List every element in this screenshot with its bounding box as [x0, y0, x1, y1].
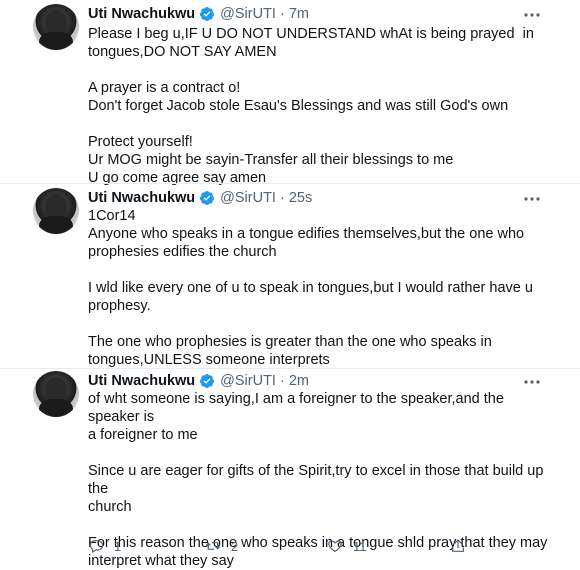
tweet-line: [88, 115, 558, 133]
timestamp[interactable]: 7m: [289, 6, 309, 22]
verified-badge-icon: [200, 191, 215, 205]
tweet-line: tongues,UNLESS someone interprets: [88, 352, 330, 368]
like-count: 11: [353, 538, 367, 554]
tweet-line: Ur MOG might be sayin-Transfer all their…: [88, 152, 454, 168]
timestamp[interactable]: 2m: [289, 373, 309, 389]
tweet-line: [88, 516, 558, 534]
like-icon: [328, 540, 342, 553]
tweet-header: Uti Nwachukwu @SirUTI · 2m: [88, 371, 309, 391]
like-button[interactable]: 11: [327, 538, 367, 554]
retweet-icon: [205, 542, 221, 550]
tweet-line: prophesies edifies the church: [88, 244, 277, 260]
more-icon[interactable]: [522, 375, 542, 389]
verified-badge-icon: [200, 7, 215, 21]
separator-dot: ·: [279, 373, 285, 389]
tweet-line: I wld like every one of u to speak in to…: [88, 280, 533, 296]
tweet-3[interactable]: Uti Nwachukwu @SirUTI · 2m of wht someon…: [0, 369, 580, 569]
tweet-text: Please I beg u,IF U DO NOT UNDERSTAND wh…: [88, 25, 558, 187]
tweet-header: Uti Nwachukwu @SirUTI · 7m: [88, 4, 309, 24]
separator-dot: ·: [279, 190, 285, 206]
timestamp[interactable]: 25s: [289, 190, 312, 206]
tweet-line: prophesy.: [88, 298, 151, 314]
tweet-line: A prayer is a contract o!: [88, 80, 241, 96]
author-name[interactable]: Uti Nwachukwu: [88, 373, 195, 389]
reply-count: 1: [114, 538, 122, 554]
author-handle[interactable]: @SirUTI: [220, 373, 276, 389]
more-icon[interactable]: [522, 8, 542, 22]
avatar[interactable]: [33, 4, 79, 50]
retweet-button[interactable]: 2: [205, 538, 238, 554]
tweet-line: Please I beg u,IF U DO NOT UNDERSTAND wh…: [88, 26, 534, 42]
tweet-line: 1Cor14: [88, 208, 136, 224]
share-button[interactable]: [450, 538, 466, 554]
reply-button[interactable]: 1: [88, 538, 121, 554]
verified-badge-icon: [200, 374, 215, 388]
tweet-line: Protect yourself!: [88, 134, 193, 150]
author-name[interactable]: Uti Nwachukwu: [88, 6, 195, 22]
tweet-line: Don't forget Jacob stole Esau's Blessing…: [88, 98, 509, 114]
tweet-1[interactable]: Uti Nwachukwu @SirUTI · 7m Please I beg …: [0, 0, 580, 186]
tweet-line: [88, 444, 558, 462]
tweet-line: tongues,DO NOT SAY AMEN: [88, 44, 277, 60]
author-handle[interactable]: @SirUTI: [220, 6, 276, 22]
share-icon: [452, 539, 464, 552]
tweet-action-bar: 1 2 11: [0, 536, 580, 556]
tweet-line: Anyone who speaks in a tongue edifies th…: [88, 226, 525, 242]
retweet-count: 2: [231, 538, 239, 554]
reply-icon: [89, 540, 104, 554]
tweet-line: [88, 315, 558, 333]
tweet-line: [88, 61, 558, 79]
tweet-2[interactable]: Uti Nwachukwu @SirUTI · 25s 1Cor14 Anyone…: [0, 184, 580, 368]
author-name[interactable]: Uti Nwachukwu: [88, 190, 195, 206]
author-handle[interactable]: @SirUTI: [220, 190, 276, 206]
avatar[interactable]: [33, 188, 79, 234]
avatar[interactable]: [33, 371, 79, 417]
more-icon[interactable]: [522, 192, 542, 206]
tweet-line: [88, 261, 558, 279]
tweet-line: The one who prophesies is greater than t…: [88, 334, 492, 350]
tweet-text: 1Cor14 Anyone who speaks in a tongue edif…: [88, 207, 558, 369]
tweet-line: Since u are eager for gifts of the Spiri…: [88, 463, 548, 497]
tweet-header: Uti Nwachukwu @SirUTI · 25s: [88, 188, 312, 208]
separator-dot: ·: [279, 6, 285, 22]
tweet-line: of wht someone is saying,I am a foreigne…: [88, 391, 508, 425]
tweet-line: a foreigner to me: [88, 427, 198, 443]
tweet-line: church: [88, 499, 132, 515]
